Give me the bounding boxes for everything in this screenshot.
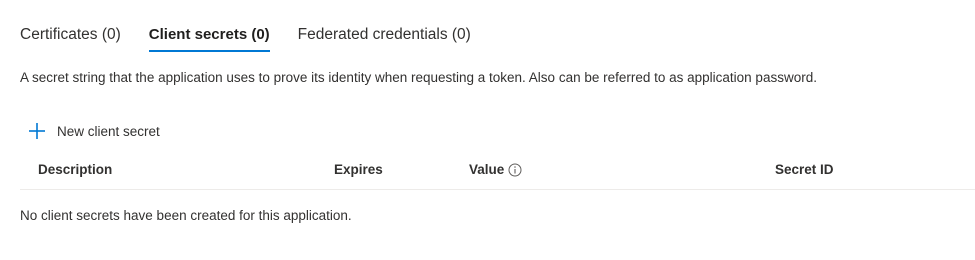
tab-certificates[interactable]: Certificates (0) bbox=[20, 18, 121, 46]
tab-client-secrets[interactable]: Client secrets (0) bbox=[148, 18, 270, 52]
empty-table-message: No client secrets have been created for … bbox=[20, 208, 352, 223]
new-client-secret-button[interactable]: New client secret bbox=[27, 119, 160, 143]
info-icon[interactable] bbox=[508, 163, 522, 177]
tab-federated-credentials[interactable]: Federated credentials (0) bbox=[298, 18, 471, 46]
column-header-description-label: Description bbox=[38, 162, 113, 177]
column-header-expires-label: Expires bbox=[334, 162, 383, 177]
column-header-value-label: Value bbox=[469, 162, 505, 177]
plus-icon bbox=[27, 121, 47, 141]
column-header-value[interactable]: Value bbox=[469, 160, 522, 180]
secrets-table-header: Description Expires Value Secret ID bbox=[20, 156, 975, 190]
column-header-secret-id[interactable]: Secret ID bbox=[775, 160, 834, 180]
column-header-secret-id-label: Secret ID bbox=[775, 162, 834, 177]
new-client-secret-label: New client secret bbox=[57, 123, 160, 139]
credentials-tabs: Certificates (0) Client secrets (0) Fede… bbox=[20, 18, 499, 54]
section-description: A secret string that the application use… bbox=[20, 70, 817, 85]
column-header-description[interactable]: Description bbox=[38, 160, 112, 180]
column-header-expires[interactable]: Expires bbox=[334, 160, 383, 180]
